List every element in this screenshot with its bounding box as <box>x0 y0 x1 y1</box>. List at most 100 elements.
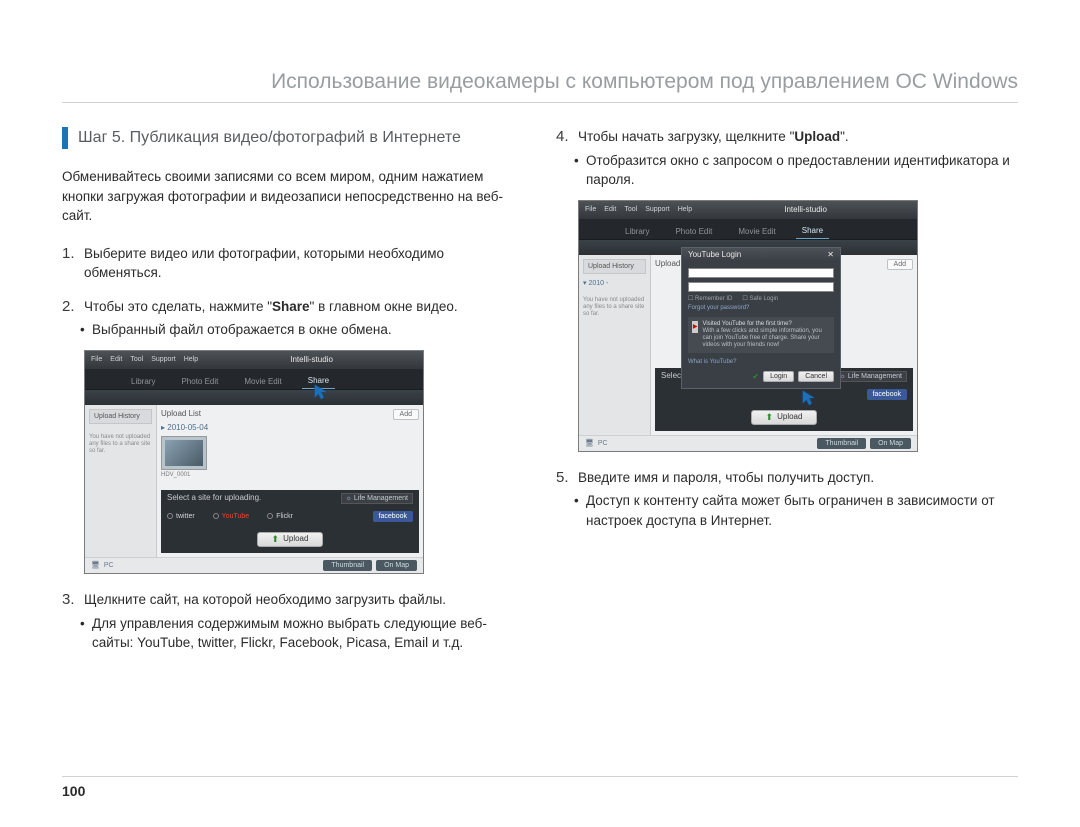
ss-bottom-pc: PC <box>104 562 114 569</box>
ss-login-body: ☐ Remember ID ☐ Safe Login Forgot your p… <box>682 262 840 389</box>
ss-menu-support: Support <box>645 206 670 213</box>
ss-tab-photo-edit: Photo Edit <box>175 375 224 389</box>
ss-toolbar <box>85 389 423 405</box>
check-icon: ✔ <box>752 373 759 381</box>
ss-brand-row: ▶ Visited YouTube for the first time? Wi… <box>688 317 834 354</box>
ss-bottom-onmap: On Map <box>870 438 911 449</box>
ss-body: Upload History You have not uploaded any… <box>85 405 423 557</box>
ss-upload-row: ⬆ Upload <box>161 526 419 553</box>
step-2-term: Share <box>272 299 310 314</box>
step-5-bullet: Доступ к контенту сайта может быть огран… <box>574 491 1018 530</box>
ss-menu-tool: Tool <box>130 356 143 363</box>
step-number: 3. <box>62 590 84 610</box>
pc-icon: 🖥 <box>585 440 594 447</box>
ss-site-twitter: twitter <box>167 513 195 520</box>
ss-menu-help: Help <box>184 356 198 363</box>
ss-tab-share: Share <box>796 224 829 239</box>
left-column: Шаг 5. Публикация видео/фотографий в Инт… <box>62 127 524 667</box>
ss-upload-button: ⬆ Upload <box>257 532 324 547</box>
step-3: 3. Щелкните сайт, на которой необходимо … <box>62 590 524 653</box>
ss-date-text: 2010-05-04 <box>167 423 208 432</box>
ss-whatis-link: What is YouTube? <box>688 359 834 365</box>
ss-tab-photo-edit: Photo Edit <box>669 225 718 239</box>
screenshot-share-window: File Edit Tool Support Help Intelli-stud… <box>84 350 424 574</box>
ss-life-management: ☼ Life Management <box>341 493 413 504</box>
ss-menu-tool: Tool <box>624 206 637 213</box>
ss-tab-library: Library <box>125 375 161 389</box>
step-text: Введите имя и пароля, чтобы получить дос… <box>578 468 1018 488</box>
ss-upload-button: ⬆ Upload <box>751 410 818 425</box>
ss-main: Upload List Add ▸ 2010-05-04 HDV_0001 <box>157 405 423 557</box>
ss-bottom-pc: PC <box>598 440 608 447</box>
steps-list-left: 1. Выберите видео или фотографии, которы… <box>62 244 524 653</box>
step-text: Щелкните сайт, на которой необходимо заг… <box>84 590 524 610</box>
ss-login-button: Login <box>763 371 794 382</box>
ss-titlebar: File Edit Tool Support Help Intelli-stud… <box>85 351 423 369</box>
section-heading: Шаг 5. Публикация видео/фотографий в Инт… <box>62 127 524 149</box>
steps-list-right: 4. Чтобы начать загрузку, щелкните "Uplo… <box>556 127 1018 530</box>
step-5: 5. Введите имя и пароля, чтобы получить … <box>556 468 1018 531</box>
ss-sidebar-header: Upload History <box>583 259 646 274</box>
step-4-suffix: ". <box>840 129 849 144</box>
page-number: 100 <box>62 776 1018 799</box>
ss-remember-id: ☐ Remember ID <box>688 296 732 302</box>
ss-login-dialog: YouTube Login ✕ ☐ Remember ID ☐ Safe Log… <box>681 247 841 390</box>
ss-add-button: Add <box>887 259 913 270</box>
ss-sites-row: twitter YouTube Flickr facebook <box>161 507 419 526</box>
step-2: 2. Чтобы это сделать, нажмите "Share" в … <box>62 297 524 574</box>
ss-tab-library: Library <box>619 225 655 239</box>
ss-sidebar-header: Upload History <box>89 409 152 424</box>
step-2-bullet: Выбранный файл отображается в окне обмен… <box>80 320 524 340</box>
ss-cancel-button: Cancel <box>798 371 834 382</box>
ss-tab-movie-edit: Movie Edit <box>238 375 287 389</box>
ss-select-label: Select a site for uploading. <box>167 494 261 502</box>
ss-upload-row: ⬆ Upload <box>655 404 913 431</box>
ss-sidebar-note: You have not uploaded any files to a sha… <box>583 297 646 319</box>
step-number: 5. <box>556 468 578 488</box>
ss-life-management: ☼ Life Management <box>835 371 907 382</box>
ss-tabs: Library Photo Edit Movie Edit Share <box>85 369 423 389</box>
section-accent-bar <box>62 127 68 149</box>
ss-site-facebook: facebook <box>373 511 413 522</box>
ss-menu-support: Support <box>151 356 176 363</box>
step-4-term: Upload <box>794 129 840 144</box>
ss-upload-label: Upload <box>283 535 308 543</box>
ss-tabs: Library Photo Edit Movie Edit Share <box>579 219 917 239</box>
manual-page: Использование видеокамеры с компьютером … <box>0 0 1080 827</box>
step-number: 4. <box>556 127 578 147</box>
ss-menu-file: File <box>91 356 102 363</box>
right-column: 4. Чтобы начать загрузку, щелкните "Uplo… <box>556 127 1018 667</box>
ss-menu-file: File <box>585 206 596 213</box>
ss-site-youtube: YouTube <box>213 513 250 520</box>
ss-date-group: ▸ 2010-05-04 <box>161 424 419 432</box>
intro-paragraph: Обменивайтесь своими записями со всем ми… <box>62 167 524 226</box>
ss-app-name: Intelli-studio <box>700 206 911 214</box>
ss-safe-login: ☐ Safe Login <box>742 296 778 302</box>
ss-menu-edit: Edit <box>110 356 122 363</box>
ss-sidebar-note: You have not uploaded any files to a sha… <box>89 434 152 456</box>
ss-tab-share: Share <box>302 374 335 389</box>
step-1: 1. Выберите видео или фотографии, которы… <box>62 244 524 283</box>
step-4-bullets: Отобразится окно с запросом о предоставл… <box>556 151 1018 190</box>
ss-sidebar-date: ▾ 2010 - <box>583 280 646 287</box>
pc-icon: 🖥 <box>91 562 100 569</box>
step-number: 1. <box>62 244 84 264</box>
ss-thumbnail-label: HDV_0001 <box>161 472 207 478</box>
ss-brand-question: Visited YouTube for the first time? <box>702 321 830 328</box>
step-text: Чтобы начать загрузку, щелкните "Upload"… <box>578 127 1018 147</box>
step-4-prefix: Чтобы начать загрузку, щелкните " <box>578 129 794 144</box>
ss-tab-movie-edit: Movie Edit <box>732 225 781 239</box>
ss-thumbnail <box>161 436 207 470</box>
ss-site-flickr: Flickr <box>267 513 293 520</box>
ss-main-header: Upload List <box>161 410 201 418</box>
step-2-suffix: " в главном окне видео. <box>310 299 458 314</box>
ss-menu-help: Help <box>678 206 692 213</box>
ss-select-bar: Select a site for uploading. ☼ Life Mana… <box>161 490 419 507</box>
section-heading-text: Шаг 5. Публикация видео/фотографий в Инт… <box>78 129 461 147</box>
step-4-bullet: Отобразится окно с запросом о предоставл… <box>574 151 1018 190</box>
ss-sidebar: Upload History You have not uploaded any… <box>85 405 157 557</box>
ss-bottombar: 🖥 PC Thumbnail On Map <box>579 435 917 451</box>
ss-login-title: YouTube Login ✕ <box>682 248 840 262</box>
step-text: Выберите видео или фотографии, которыми … <box>84 244 524 283</box>
step-5-bullets: Доступ к контенту сайта может быть огран… <box>556 491 1018 530</box>
